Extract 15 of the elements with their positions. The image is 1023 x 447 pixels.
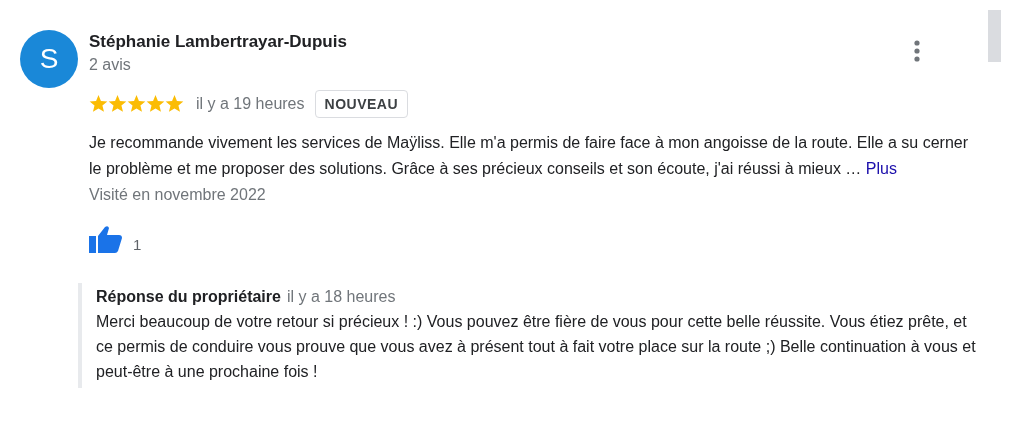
scrollbar[interactable] <box>988 10 1001 62</box>
visit-date: Visité en novembre 2022 <box>89 185 267 205</box>
response-time: il y a 18 heures <box>286 288 396 306</box>
avatar: S <box>20 30 78 88</box>
review-text: Je recommande vivement les services de Maÿliss. Elle m'a permis de faire face à mon angoisse de la route. Elle a su cerner le problème et me proposer des solutions. Grâce à ses précieux conseils et son écoute, j'ai réussi à mieux … Plus <box>89 133 969 179</box>
thumbs-up-icon[interactable] <box>89 225 122 253</box>
more-link[interactable]: Plus <box>865 160 897 177</box>
author-name[interactable]: Stéphanie Lambertrayar-Dupuis <box>89 31 903 53</box>
review-time: il y a 19 heures <box>196 95 305 113</box>
review-count: 2 avis <box>89 55 132 75</box>
like-count: 1 <box>133 236 142 253</box>
response-text: Merci beaucoup de votre retour si précieux ! :) Vous pouvez être fière de vous pour cette belle réussite. Vous étiez prête, et ce permis de conduire vous prouve que vous avez à présent tout à fait votre place sur la route ;) Belle continuation à vous et peut-être à une prochaine fois ! <box>96 312 976 382</box>
new-badge: NOUVEAU <box>314 90 409 118</box>
response-title: Réponse du propriétaire <box>96 287 281 307</box>
more-options-icon[interactable] <box>914 40 920 62</box>
